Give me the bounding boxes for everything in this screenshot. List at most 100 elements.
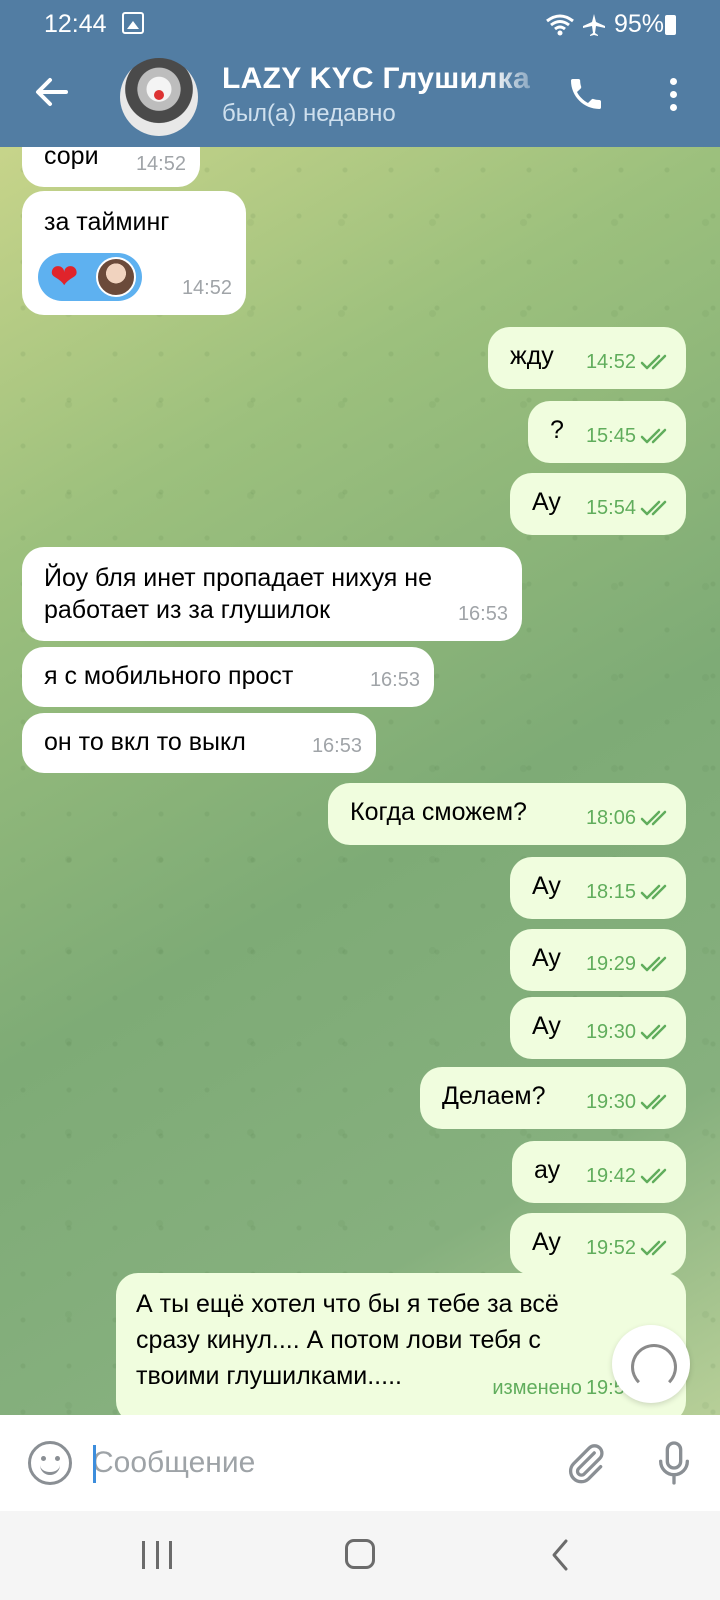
double-check-icon [640, 1093, 672, 1111]
message-outgoing[interactable]: ау 19:42 [512, 1141, 686, 1203]
message-outgoing[interactable]: Ау 19:29 [510, 929, 686, 991]
status-time: 12:44 [44, 10, 107, 38]
message-meta: 19:30 [586, 1085, 672, 1119]
edited-label: изменено [492, 1377, 582, 1399]
message-meta: 18:06 [586, 801, 672, 835]
message-incoming[interactable]: я с мобильного прост 16:53 [22, 647, 434, 707]
gallery-notification-icon [122, 12, 144, 34]
message-incoming[interactable]: он то вкл то выкл 16:53 [22, 713, 376, 773]
double-check-icon [640, 1239, 672, 1257]
message-text: Делаем? [442, 1082, 546, 1110]
message-time: 14:52 [181, 277, 232, 299]
message-outgoing[interactable]: Ау 19:30 [510, 997, 686, 1059]
chat-area[interactable]: сори 14:52 за тайминг ❤ 14:52 жду 14:52 … [0, 147, 720, 1415]
battery-icon [665, 15, 676, 35]
message-meta: 16:53 [370, 663, 420, 697]
message-outgoing[interactable]: Ау 15:54 [510, 473, 686, 535]
more-options-icon[interactable] [658, 74, 688, 118]
message-time: 19:52 [585, 1237, 636, 1259]
recent-apps-icon[interactable] [142, 1541, 172, 1569]
message-time: 16:53 [369, 669, 420, 691]
message-text-line3: твоими глушилками..... [136, 1362, 402, 1390]
message-meta: 19:42 [586, 1159, 672, 1193]
message-input[interactable] [92, 1435, 532, 1491]
wifi-icon [546, 14, 574, 35]
message-incoming[interactable]: сори 14:52 [22, 147, 200, 187]
message-meta: 19:29 [586, 947, 672, 981]
status-bar: 12:44 95% [0, 8, 720, 42]
message-time: 15:54 [585, 497, 636, 519]
message-outgoing[interactable]: Когда сможем? 18:06 [328, 783, 686, 845]
message-time: 19:29 [585, 953, 636, 975]
message-meta: 18:15 [586, 875, 672, 909]
message-meta: 19:30 [586, 1015, 672, 1049]
microphone-icon[interactable] [654, 1439, 694, 1487]
double-check-icon [640, 1023, 672, 1041]
emoji-icon[interactable] [28, 1441, 72, 1485]
message-time: 14:52 [585, 351, 636, 373]
message-meta: 16:53 [458, 597, 508, 631]
message-text: Йоу бля инет пропадает нихуя не [44, 564, 432, 592]
double-check-icon [640, 499, 672, 517]
message-outgoing[interactable]: Ау 19:52 [510, 1213, 686, 1275]
message-text: Ау [532, 488, 561, 516]
message-time: 14:52 [135, 153, 186, 175]
double-check-icon [640, 427, 672, 445]
message-text: я с мобильного прост [44, 662, 294, 690]
message-time: 19:30 [585, 1021, 636, 1043]
message-outgoing[interactable]: Делаем? 19:30 [420, 1067, 686, 1129]
double-check-icon [640, 353, 672, 371]
message-meta: 15:54 [586, 491, 672, 525]
double-check-icon [640, 883, 672, 901]
double-check-icon [640, 809, 672, 827]
message-time: 19:30 [585, 1091, 636, 1113]
message-text: Ау [532, 1012, 561, 1040]
message-text: А ты ещё хотел что бы я тебе за всё [136, 1290, 559, 1318]
battery-percent: 95% [613, 10, 664, 38]
message-time: 16:53 [457, 603, 508, 625]
contact-avatar[interactable] [120, 58, 198, 136]
message-time: 15:45 [585, 425, 636, 447]
message-outgoing[interactable]: А ты ещё хотел что бы я тебе за всё сраз… [116, 1273, 686, 1415]
message-outgoing[interactable]: ? 15:45 [528, 401, 686, 463]
message-meta: 14:52 [586, 345, 672, 379]
attach-paperclip-icon[interactable] [564, 1439, 608, 1487]
message-text: за тайминг [44, 208, 170, 236]
message-text-line2: сразу кинул.... А потом лови тебя с [136, 1326, 541, 1354]
message-time: 18:06 [585, 807, 636, 829]
system-nav-bar [0, 1511, 720, 1600]
message-text: Когда сможем? [350, 798, 527, 826]
message-outgoing[interactable]: жду 14:52 [488, 327, 686, 389]
message-time: 18:15 [585, 881, 636, 903]
nav-back-icon[interactable] [546, 1537, 576, 1573]
last-seen-status: был(а) недавно [222, 100, 396, 127]
top-bar: 12:44 95% LAZY KYC Глушилка был(а) недав… [0, 0, 720, 147]
back-arrow-icon[interactable] [30, 72, 74, 116]
message-time: 16:53 [311, 735, 362, 757]
message-time: 19:42 [585, 1165, 636, 1187]
message-incoming[interactable]: Йоу бля инет пропадает нихуя не работает… [22, 547, 522, 641]
message-incoming[interactable]: за тайминг ❤ 14:52 [22, 191, 246, 315]
phone-call-icon[interactable] [566, 74, 606, 114]
message-text: жду [510, 342, 554, 370]
message-text-line2: работает из за глушилок [44, 596, 331, 624]
reaction-badge[interactable]: ❤ [38, 253, 142, 301]
home-icon[interactable] [345, 1539, 375, 1569]
message-text: сори [44, 147, 99, 170]
message-meta: 14:52 [136, 147, 186, 181]
airplane-icon [582, 13, 605, 36]
message-text: он то вкл то выкл [44, 728, 246, 756]
message-text: Ау [532, 944, 561, 972]
chat-header: LAZY KYC Глушилка был(а) недавно [0, 48, 720, 144]
title-fade [490, 58, 550, 98]
message-meta: 15:45 [586, 419, 672, 453]
message-meta: 19:52 [586, 1231, 672, 1265]
text-cursor [93, 1445, 96, 1483]
message-text: Ау [532, 1228, 561, 1256]
message-meta: 14:52 [182, 271, 232, 305]
heart-reaction-icon: ❤ [50, 258, 79, 296]
message-meta: 16:53 [312, 729, 362, 763]
message-outgoing[interactable]: Ау 18:15 [510, 857, 686, 919]
loading-spinner-icon [612, 1325, 690, 1403]
double-check-icon [640, 955, 672, 973]
